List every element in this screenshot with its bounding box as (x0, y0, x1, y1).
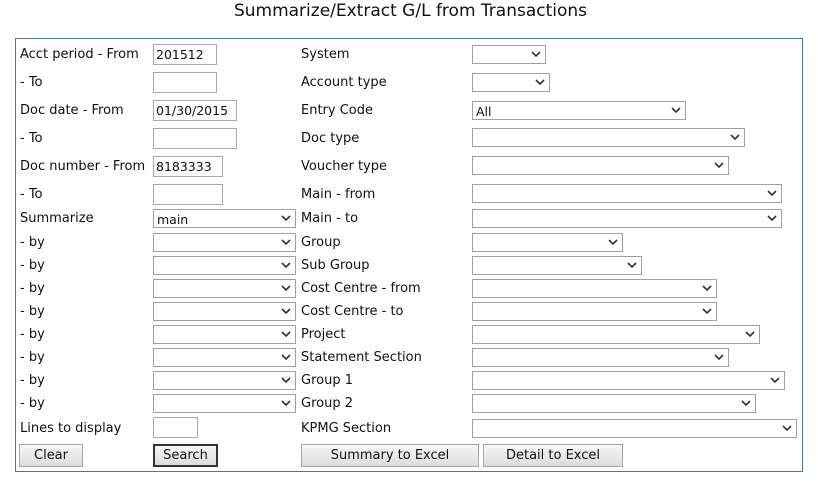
chevron-down-icon (671, 107, 681, 114)
summarize-select-value: main (157, 212, 189, 227)
summarize-select[interactable]: main (153, 209, 296, 228)
by-label-4: - by (20, 304, 45, 319)
system-label: System (301, 47, 350, 62)
entry-code-select-value: All (476, 104, 492, 119)
chevron-down-icon (281, 308, 291, 315)
kpmg-section-select[interactable] (472, 419, 797, 438)
kpmg-section-label: KPMG Section (301, 421, 392, 436)
chevron-down-icon (608, 239, 618, 246)
group-1-label: Group 1 (301, 373, 353, 388)
by-label-3: - by (20, 281, 45, 296)
chevron-down-icon (281, 285, 291, 292)
by-select-4[interactable] (153, 302, 296, 321)
lines-to-display-label: Lines to display (20, 421, 122, 436)
chevron-down-icon (281, 354, 291, 361)
account-type-select[interactable] (472, 73, 550, 92)
main-to-label: Main - to (301, 211, 359, 226)
main-from-label: Main - from (301, 187, 376, 202)
by-label-5: - by (20, 327, 45, 342)
by-label-6: - by (20, 350, 45, 365)
chevron-down-icon (767, 190, 777, 197)
main-to-select[interactable] (472, 209, 782, 228)
sub-group-label: Sub Group (301, 258, 370, 273)
chevron-down-icon (714, 354, 724, 361)
doc-number-to-label: - To (20, 187, 43, 202)
acct-period-to-input[interactable] (153, 72, 217, 93)
by-label-2: - by (20, 258, 45, 273)
group-2-select[interactable] (472, 394, 756, 413)
by-label-1: - by (20, 235, 45, 250)
acct-period-from-label: Acct period - From (20, 47, 139, 62)
doc-type-select[interactable] (472, 128, 745, 147)
doc-type-label: Doc type (301, 131, 360, 146)
sub-group-select[interactable] (472, 256, 642, 275)
entry-code-label: Entry Code (301, 103, 374, 118)
main-from-select[interactable] (472, 184, 782, 203)
chevron-down-icon (281, 239, 291, 246)
chevron-down-icon (281, 377, 291, 384)
chevron-down-icon (782, 425, 792, 432)
doc-date-from-input[interactable] (153, 100, 237, 121)
by-select-8[interactable] (153, 394, 296, 413)
by-select-3[interactable] (153, 279, 296, 298)
statement-section-select[interactable] (472, 348, 729, 367)
by-select-6[interactable] (153, 348, 296, 367)
detail-to-excel-button[interactable]: Detail to Excel (483, 444, 623, 467)
chevron-down-icon (714, 162, 724, 169)
cost-centre-to-label: Cost Centre - to (301, 304, 404, 319)
group-1-select[interactable] (472, 371, 785, 390)
chevron-down-icon (531, 51, 541, 58)
doc-number-from-label: Doc number - From (20, 159, 146, 174)
project-select[interactable] (472, 325, 760, 344)
chevron-down-icon (535, 79, 545, 86)
by-label-7: - by (20, 373, 45, 388)
by-label-8: - by (20, 396, 45, 411)
by-select-5[interactable] (153, 325, 296, 344)
chevron-down-icon (730, 134, 740, 141)
summary-to-excel-button[interactable]: Summary to Excel (301, 444, 479, 467)
system-select[interactable] (472, 45, 546, 64)
group-2-label: Group 2 (301, 396, 353, 411)
summarize-label: Summarize (20, 211, 94, 226)
acct-period-to-label: - To (20, 75, 43, 90)
search-button[interactable]: Search (153, 444, 218, 467)
chevron-down-icon (770, 377, 780, 384)
lines-to-display-input[interactable] (153, 417, 198, 438)
chevron-down-icon (627, 262, 637, 269)
doc-number-to-input[interactable] (153, 184, 223, 205)
statement-section-label: Statement Section (301, 350, 422, 365)
chevron-down-icon (281, 400, 291, 407)
chevron-down-icon (741, 400, 751, 407)
chevron-down-icon (745, 331, 755, 338)
chevron-down-icon (281, 215, 291, 222)
doc-number-from-input[interactable] (153, 156, 223, 177)
entry-code-select[interactable]: All (472, 101, 686, 120)
doc-date-to-label: - To (20, 131, 43, 146)
chevron-down-icon (767, 215, 777, 222)
clear-button[interactable]: Clear (19, 444, 83, 467)
doc-date-to-input[interactable] (153, 128, 237, 149)
acct-period-from-input[interactable] (153, 44, 217, 65)
cost-centre-from-label: Cost Centre - from (301, 281, 421, 296)
chevron-down-icon (702, 308, 712, 315)
chevron-down-icon (281, 262, 291, 269)
by-select-7[interactable] (153, 371, 296, 390)
by-select-1[interactable] (153, 233, 296, 252)
cost-centre-to-select[interactable] (472, 302, 717, 321)
page-title: Summarize/Extract G/L from Transactions (233, 1, 588, 21)
chevron-down-icon (281, 331, 291, 338)
account-type-label: Account type (301, 75, 387, 90)
group-select[interactable] (472, 233, 623, 252)
cost-centre-from-select[interactable] (472, 279, 717, 298)
group-label: Group (301, 235, 341, 250)
by-select-2[interactable] (153, 256, 296, 275)
project-label: Project (301, 327, 346, 342)
doc-date-from-label: Doc date - From (20, 103, 124, 118)
voucher-type-label: Voucher type (301, 159, 387, 174)
chevron-down-icon (702, 285, 712, 292)
voucher-type-select[interactable] (472, 156, 729, 175)
